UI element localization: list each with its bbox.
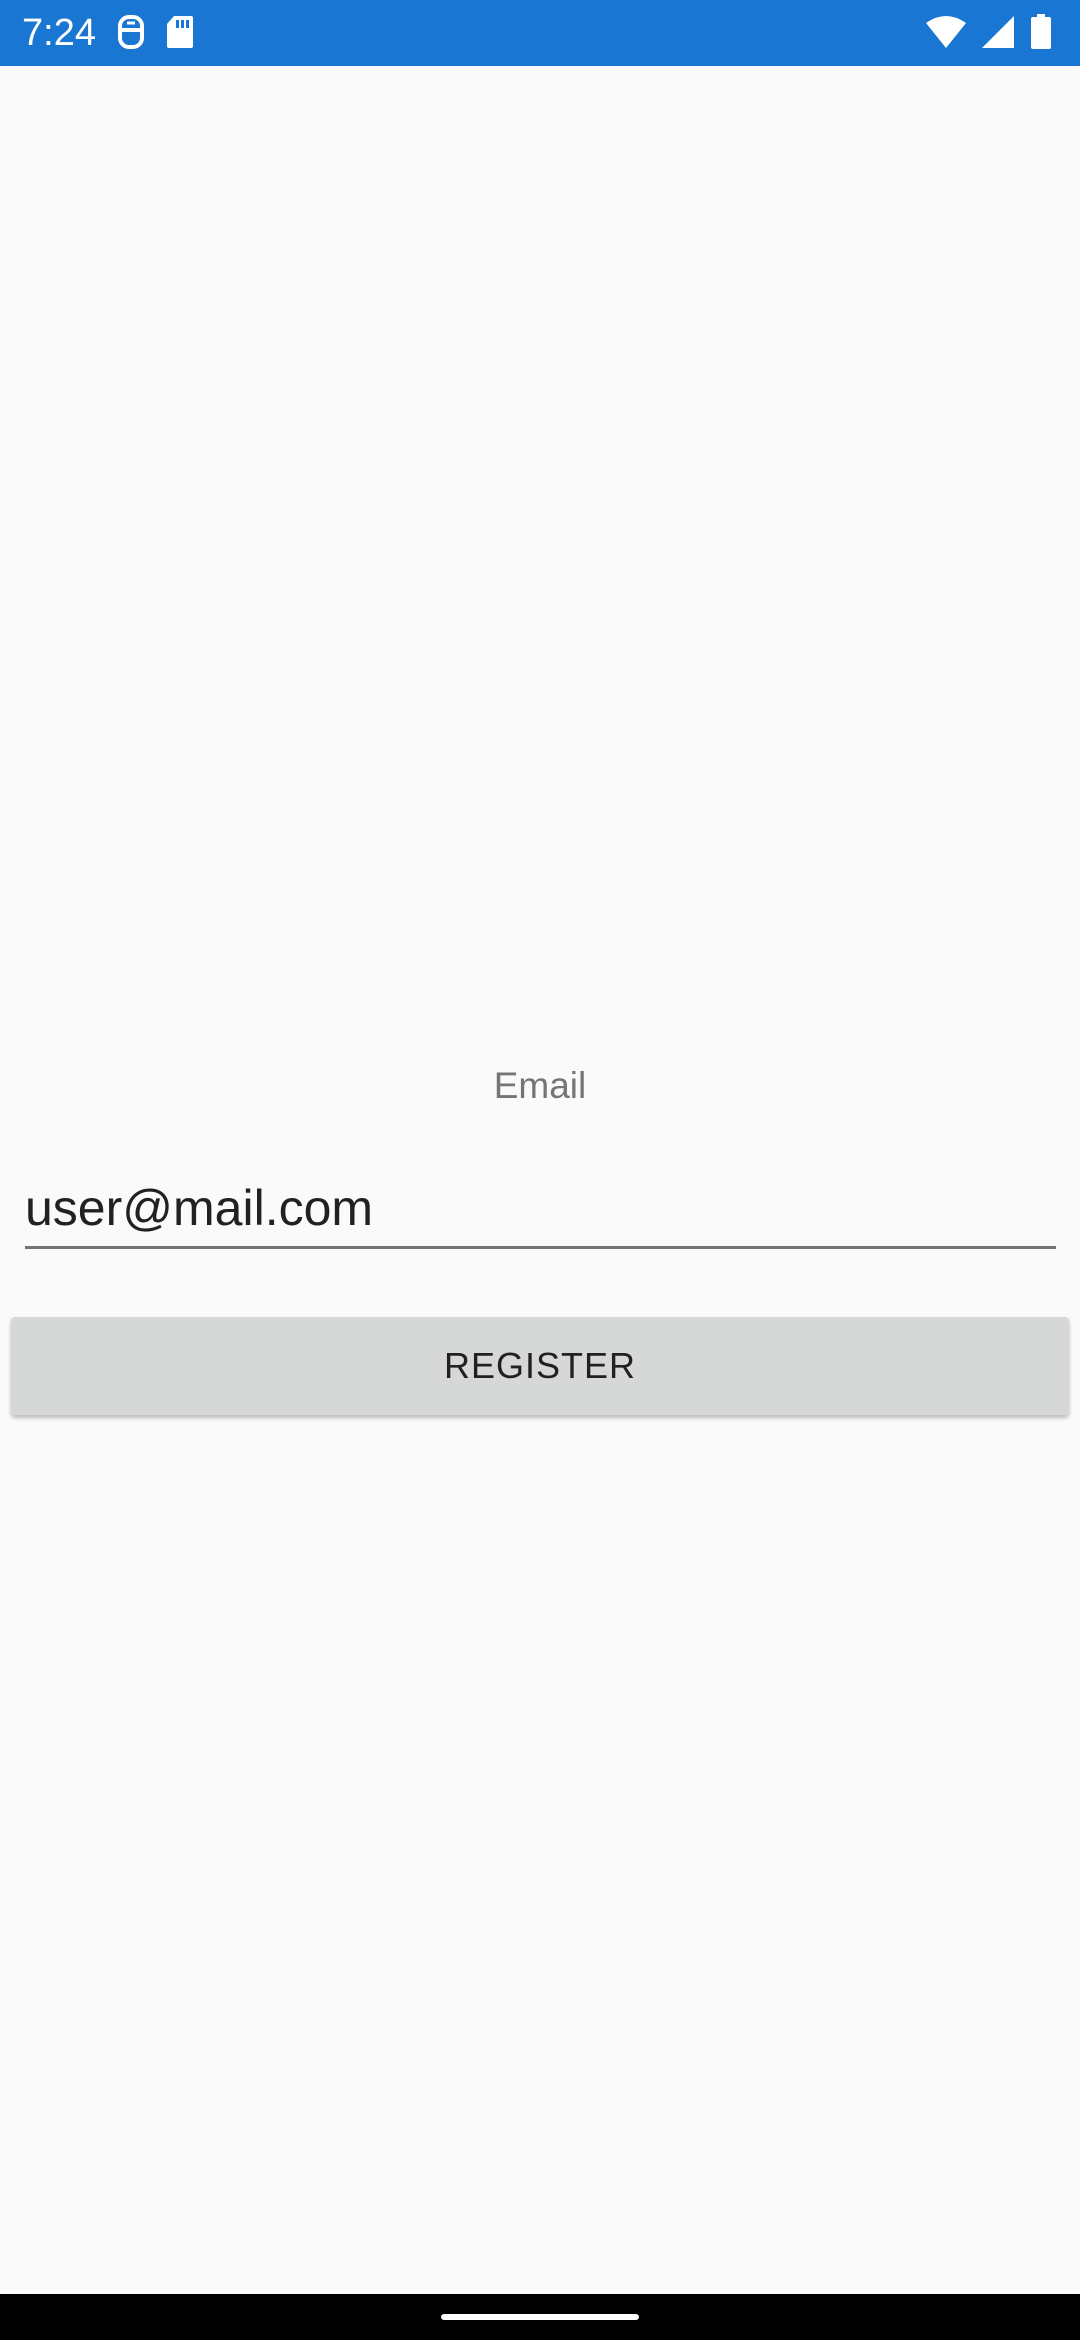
navigation-bar <box>0 2294 1080 2340</box>
status-bar: 7:24 <box>0 0 1080 66</box>
app-screen: 7:24 Email user@mail.com REGISTER <box>0 0 1080 2340</box>
email-label: Email <box>493 1065 587 1106</box>
home-gesture-handle[interactable] <box>441 2314 639 2320</box>
status-left-icons <box>115 14 195 50</box>
battery-icon <box>1030 14 1052 50</box>
wifi-icon <box>926 15 966 49</box>
status-right-icons <box>926 14 1052 50</box>
notification-robot-icon <box>115 14 147 50</box>
status-time: 7:24 <box>22 12 96 54</box>
email-field[interactable] <box>25 1170 1056 1249</box>
cell-signal-icon <box>980 15 1016 49</box>
register-button[interactable]: REGISTER <box>11 1317 1069 1415</box>
sd-card-icon <box>165 14 195 50</box>
